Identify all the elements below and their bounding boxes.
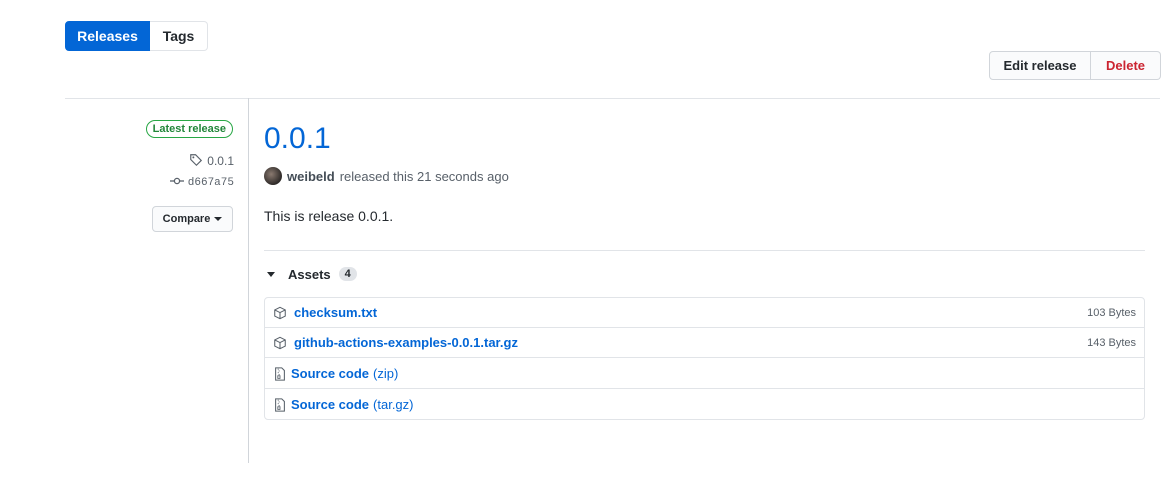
tag-icon: [189, 153, 203, 170]
assets-count-badge: 4: [338, 267, 357, 281]
list-item: Source code (tar.gz): [265, 389, 1144, 420]
asset-link-label: Source code: [291, 397, 370, 412]
asset-link[interactable]: github-actions-examples-0.0.1.tar.gz: [294, 335, 518, 350]
asset-size: 103 Bytes: [1087, 306, 1136, 319]
avatar[interactable]: [264, 167, 282, 185]
compare-label: Compare: [162, 213, 211, 225]
commit-icon: [169, 176, 184, 190]
release-actions: Edit release Delete: [989, 51, 1161, 80]
assets-list: checksum.txt 103 Bytes github-actions-ex…: [264, 297, 1145, 420]
asset-format: (zip): [373, 366, 399, 381]
file-zip-icon: [273, 397, 287, 412]
file-zip-icon: [273, 366, 287, 381]
tab-releases[interactable]: Releases: [65, 21, 150, 51]
timeline-divider: [248, 98, 249, 463]
divider: [65, 98, 1160, 99]
source-code-targz-link[interactable]: Source code (tar.gz): [291, 397, 414, 412]
edit-release-button[interactable]: Edit release: [989, 51, 1091, 80]
compare-button[interactable]: Compare: [152, 206, 233, 232]
asset-link[interactable]: checksum.txt: [294, 305, 377, 320]
package-icon: [273, 306, 287, 320]
commit-sha: d667a75: [187, 177, 234, 189]
list-item: github-actions-examples-0.0.1.tar.gz 143…: [265, 328, 1144, 358]
released-text: released this 21 seconds ago: [339, 168, 509, 184]
release-body: This is release 0.0.1.: [264, 208, 394, 224]
source-code-zip-link[interactable]: Source code (zip): [291, 366, 398, 381]
assets-label: Assets: [288, 266, 331, 282]
release-commit[interactable]: d667a75: [169, 175, 234, 191]
latest-release-badge: Latest release: [145, 120, 233, 138]
release-tabs: Releases Tags: [65, 21, 208, 51]
triangle-down-icon: [267, 271, 275, 277]
release-title[interactable]: 0.0.1: [264, 122, 331, 156]
asset-link-label: Source code: [291, 366, 370, 381]
assets-toggle[interactable]: Assets 4: [264, 264, 357, 284]
chevron-down-icon: [214, 217, 223, 221]
tab-tags[interactable]: Tags: [150, 21, 208, 51]
list-item: checksum.txt 103 Bytes: [265, 298, 1144, 328]
list-item: Source code (zip): [265, 359, 1144, 389]
package-icon: [273, 336, 287, 350]
author-link[interactable]: weibeld: [287, 169, 335, 184]
tag-label: 0.0.1: [207, 154, 234, 168]
asset-size: 143 Bytes: [1087, 336, 1136, 349]
release-tag[interactable]: 0.0.1: [189, 152, 234, 170]
divider: [264, 250, 1145, 251]
release-byline: weibeld released this 21 seconds ago: [264, 166, 509, 186]
delete-release-button[interactable]: Delete: [1091, 51, 1161, 80]
asset-format: (tar.gz): [373, 397, 414, 412]
